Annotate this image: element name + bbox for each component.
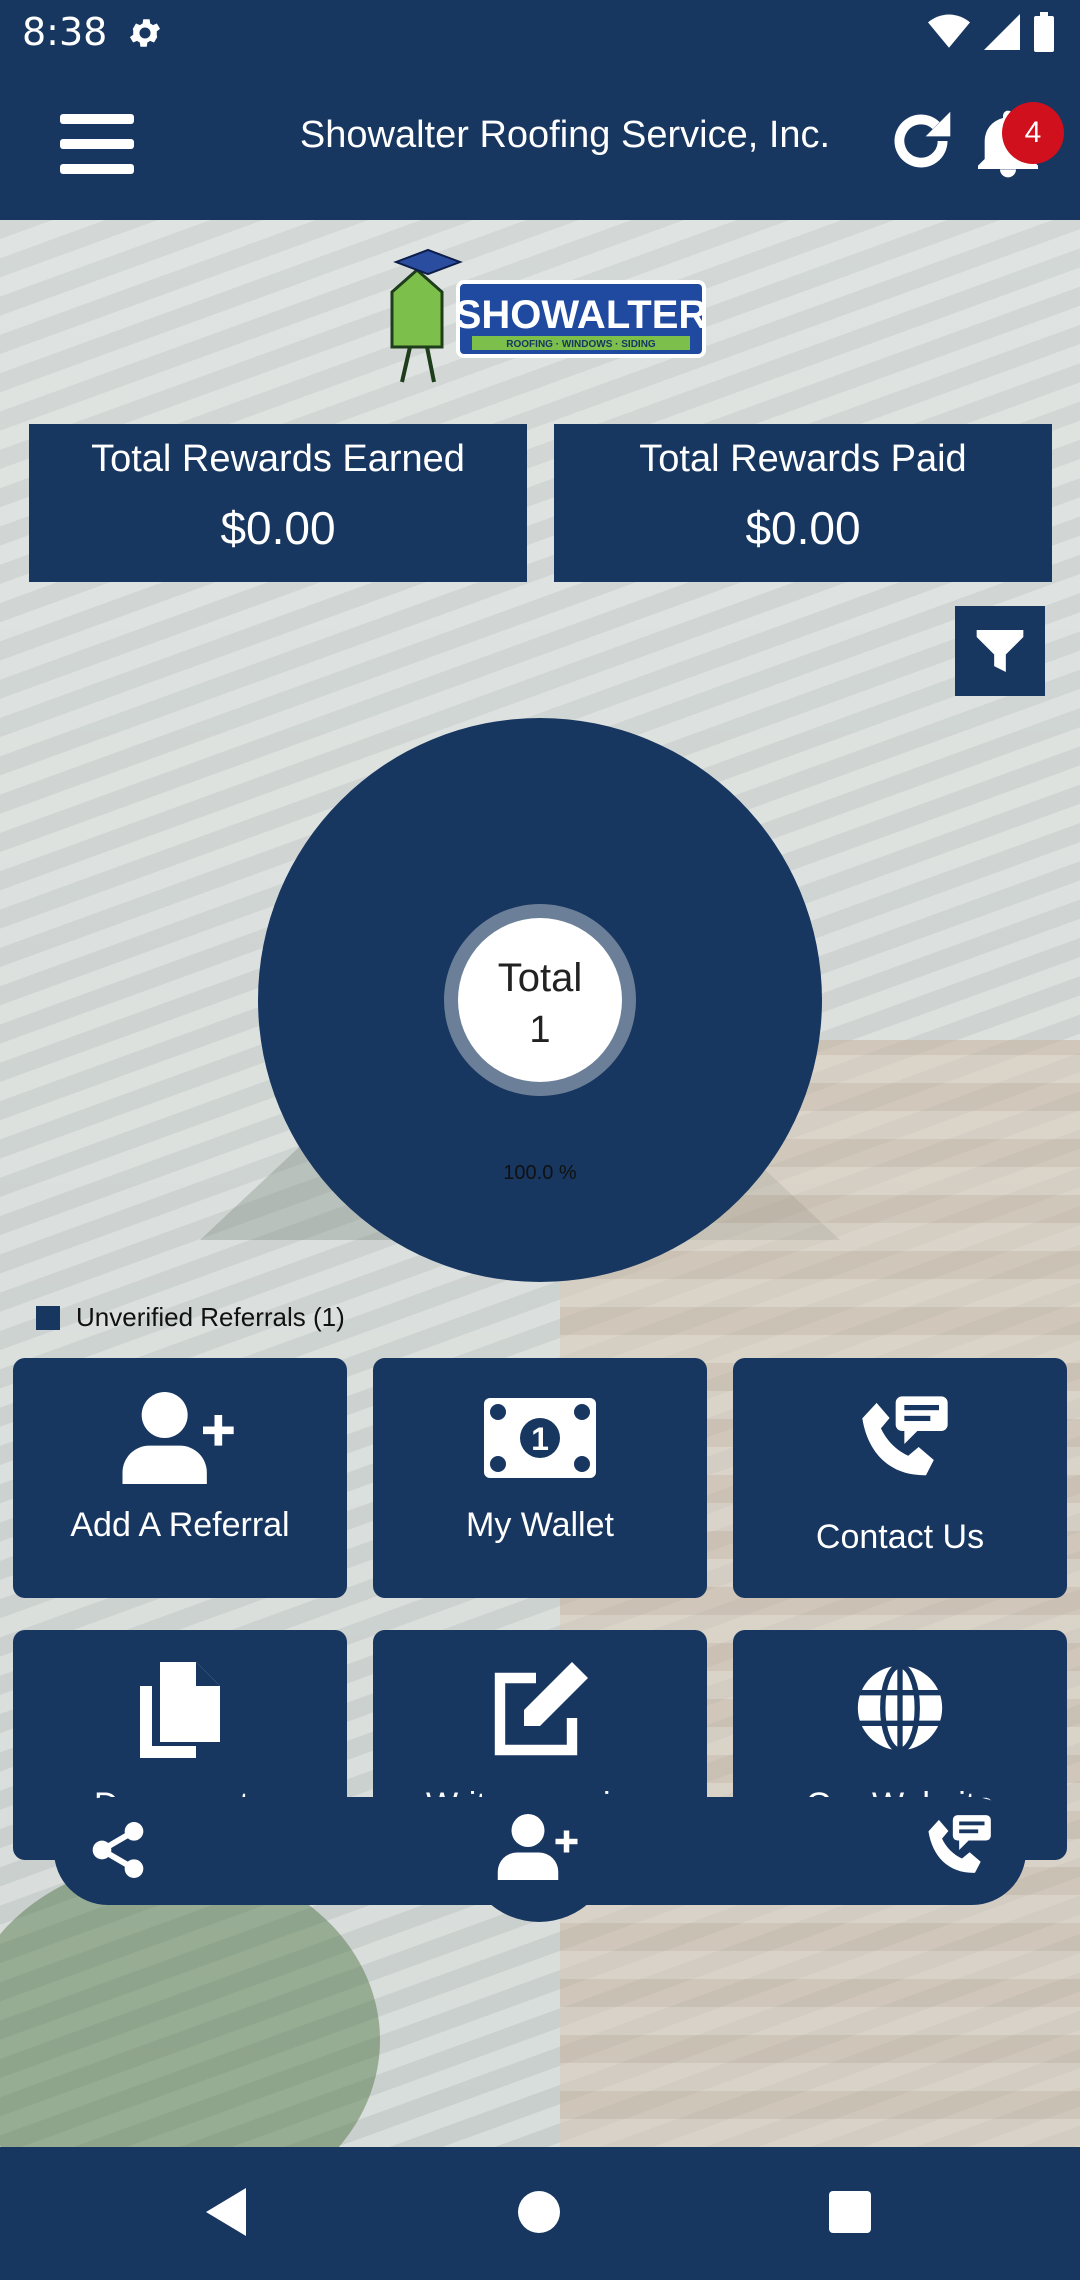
my-wallet-tile[interactable]: 1 My Wallet [373, 1358, 707, 1598]
add-referral-fab[interactable] [464, 1772, 614, 1922]
rewards-paid-value: $0.00 [745, 502, 861, 554]
logo-brand-text: SHOWALTER [455, 293, 708, 337]
phone-message-icon [733, 1392, 1067, 1496]
cell-signal-icon [984, 14, 1020, 50]
app-title: Showalter Roofing Service, Inc. [299, 114, 831, 156]
battery-icon [1034, 12, 1054, 52]
contact-us-label: Contact Us [815, 1518, 985, 1556]
app-bar: Showalter Roofing Service, Inc. 4 [0, 66, 1080, 220]
legend-label: Unverified Referrals (1) [76, 1302, 345, 1332]
back-icon[interactable] [206, 2187, 246, 2237]
slice-percent-label: 100.0 % [503, 1162, 577, 1184]
status-bar: 8:38 [0, 0, 1080, 66]
add-user-icon [497, 1814, 578, 1880]
money-bill-icon: 1 [373, 1398, 707, 1478]
wifi-icon [928, 14, 970, 48]
my-wallet-label: My Wallet [466, 1506, 614, 1544]
notification-badge: 4 [1002, 102, 1064, 164]
rewards-earned-label: Total Rewards Earned [91, 438, 465, 480]
chart-legend[interactable]: Unverified Referrals (1) [36, 1302, 345, 1333]
donut-center-value: 1 [529, 1009, 551, 1051]
total-rewards-paid-card: Total Rewards Paid $0.00 [554, 424, 1052, 582]
status-time: 8:38 [22, 10, 108, 54]
system-navigation-bar [0, 2147, 1080, 2280]
logo-tagline-text: ROOFING · WINDOWS · SIDING [506, 339, 656, 350]
hamburger-menu-icon[interactable] [60, 114, 134, 174]
svg-text:1: 1 [531, 1421, 549, 1457]
donut-center: Total 1 [458, 918, 622, 1082]
recent-apps-icon[interactable] [829, 2191, 871, 2233]
settings-gear-icon [129, 19, 161, 47]
showalter-logo: SHOWALTER ROOFING · WINDOWS · SIDING [390, 248, 708, 383]
contact-phone-icon[interactable] [918, 1812, 994, 1888]
globe-icon [733, 1662, 1067, 1754]
donut-center-label: Total [497, 956, 583, 1000]
documents-icon [13, 1662, 347, 1758]
share-icon[interactable] [86, 1818, 150, 1882]
add-user-icon [13, 1392, 347, 1484]
filter-icon [976, 630, 1024, 672]
rewards-earned-value: $0.00 [220, 502, 336, 554]
status-icons [928, 12, 1054, 52]
rewards-paid-label: Total Rewards Paid [639, 438, 967, 480]
edit-icon [373, 1662, 707, 1758]
refresh-icon[interactable] [884, 104, 958, 178]
home-icon[interactable] [518, 2191, 560, 2233]
contact-us-tile[interactable]: Contact Us [733, 1358, 1067, 1598]
legend-swatch [36, 1305, 60, 1330]
add-referral-label: Add A Referral [70, 1506, 290, 1544]
filter-button[interactable] [955, 606, 1045, 696]
total-rewards-earned-card: Total Rewards Earned $0.00 [29, 424, 527, 582]
add-referral-tile[interactable]: Add A Referral [13, 1358, 347, 1598]
